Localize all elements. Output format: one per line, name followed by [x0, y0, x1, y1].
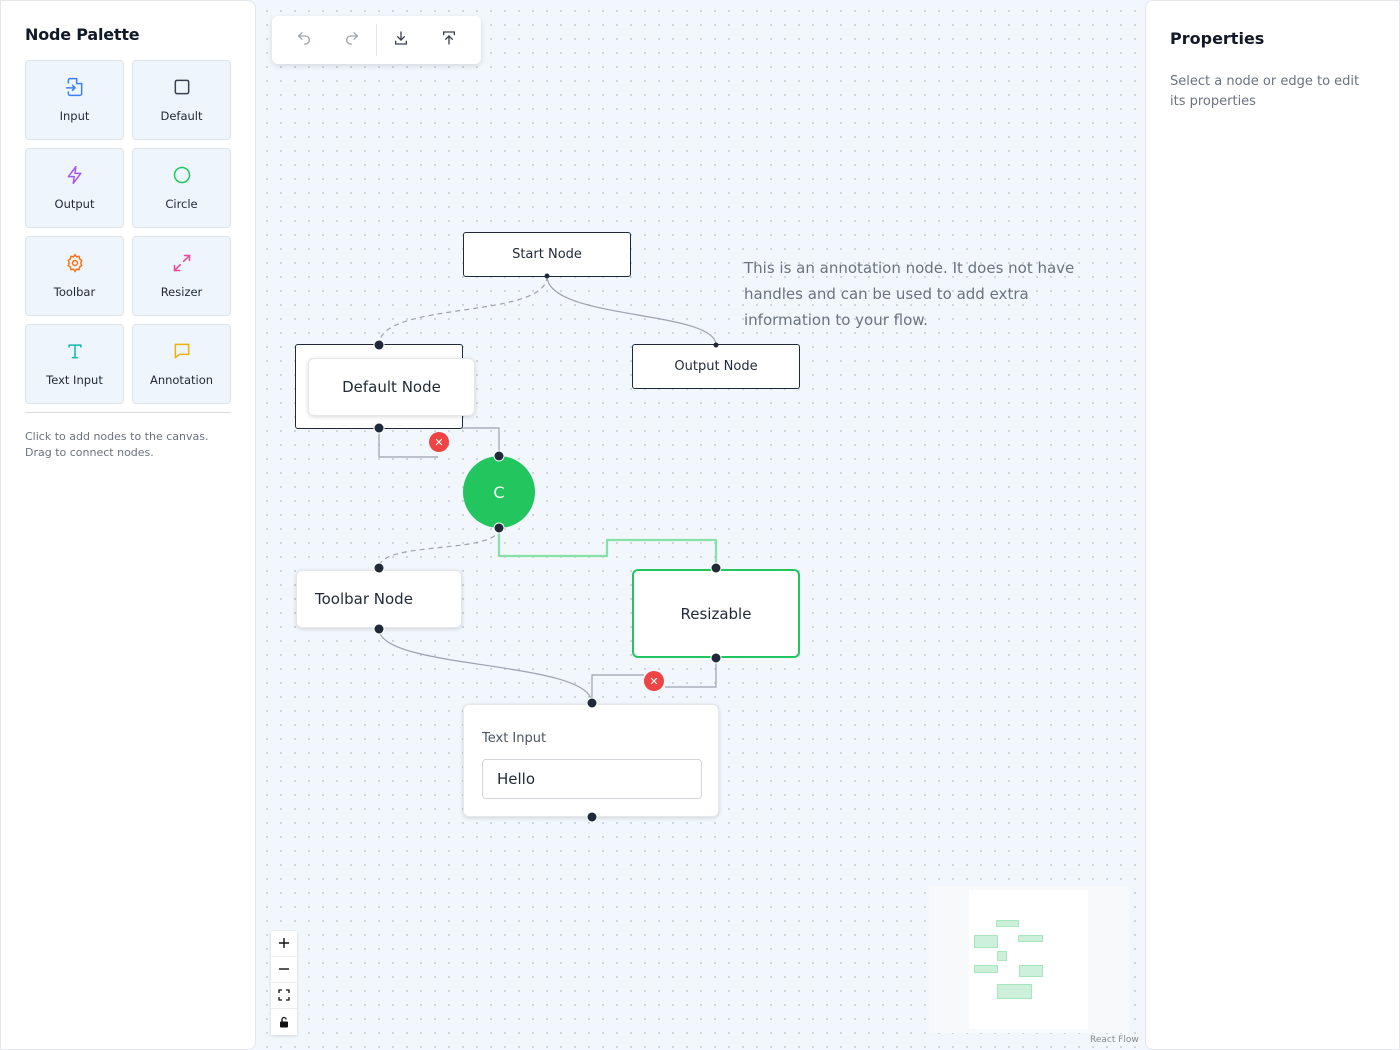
text-input-label: Text Input	[482, 731, 547, 746]
palette-item-circle[interactable]: Circle	[132, 148, 231, 228]
node-output-target-handle[interactable]	[713, 342, 719, 348]
node-label: Toolbar Node	[315, 590, 413, 608]
minus-icon	[278, 960, 290, 979]
palette-item-label: Toolbar	[53, 285, 96, 299]
resize-icon	[172, 253, 192, 277]
palette-item-text-input[interactable]: Text Input	[25, 324, 124, 404]
palette-item-resizer[interactable]: Resizer	[132, 236, 231, 316]
edge-resizable-textinput-b	[591, 674, 644, 703]
edge-start-output	[546, 275, 717, 346]
palette-item-label: Input	[59, 109, 90, 123]
download-button[interactable]	[377, 16, 425, 64]
palette-item-default[interactable]: Default	[132, 60, 231, 140]
canvas-toolbar	[272, 16, 481, 64]
edge-delete-button[interactable]: ✕	[644, 671, 664, 691]
node-default-target-handle[interactable]	[373, 339, 385, 351]
node-circle-source-handle[interactable]	[493, 522, 505, 534]
node-label: Resizable	[680, 604, 752, 623]
node-label: Start Node	[512, 247, 582, 262]
edge-start-default	[378, 275, 548, 346]
redo-button[interactable]	[328, 16, 376, 64]
minimap-node	[997, 984, 1032, 999]
properties-empty-text: Select a node or edge to edit its proper…	[1170, 74, 1360, 109]
palette-grid: Input Default Output Circle Toolbar Resi…	[25, 60, 231, 404]
upload-button[interactable]	[425, 16, 473, 64]
edge-delete-button[interactable]: ✕	[429, 432, 449, 452]
node-palette: Node Palette Input Default Output Circle	[0, 0, 256, 1050]
lock-icon	[278, 1013, 290, 1032]
node-toolbar[interactable]: Toolbar Node	[296, 570, 462, 628]
message-icon	[172, 341, 192, 365]
node-label: C	[493, 482, 505, 502]
palette-item-label: Text Input	[46, 373, 103, 387]
download-icon	[393, 30, 409, 50]
edge-toolbar-textinput	[378, 628, 593, 704]
node-toolbar-target-handle[interactable]	[373, 562, 385, 574]
palette-item-label: Output	[54, 197, 95, 211]
properties-panel: Properties Select a node or edge to edit…	[1145, 0, 1400, 1050]
palette-help-text: Click to add nodes to the canvas. Drag t…	[25, 430, 209, 459]
zoom-in-button[interactable]	[271, 931, 297, 957]
palette-divider	[25, 412, 231, 413]
palette-item-label: Circle	[165, 197, 198, 211]
minimap-node	[974, 935, 998, 948]
palette-item-label: Default	[160, 109, 203, 123]
node-resizable-target-handle[interactable]	[710, 562, 722, 574]
lock-button[interactable]	[271, 1009, 297, 1035]
attribution-link[interactable]: React Flow	[1090, 1035, 1139, 1045]
node-text-input[interactable]: Text Input Hello	[463, 704, 719, 817]
node-circle-target-handle[interactable]	[493, 450, 505, 462]
fit-view-button[interactable]	[271, 983, 297, 1009]
minimap-node	[974, 965, 998, 973]
undo-icon	[296, 30, 312, 50]
node-output[interactable]: Output Node	[632, 344, 800, 389]
flow-canvas[interactable]: Start Node Output Node Default Node C To…	[256, 0, 1145, 1050]
gear-icon	[65, 253, 85, 277]
zap-icon	[65, 165, 85, 189]
redo-icon	[344, 30, 360, 50]
node-text-input-source-handle[interactable]	[586, 811, 598, 823]
node-circle[interactable]: C	[463, 456, 535, 528]
text-input-field[interactable]: Hello	[482, 759, 702, 799]
type-icon	[65, 341, 85, 365]
undo-button[interactable]	[280, 16, 328, 64]
properties-title: Properties	[1170, 29, 1265, 48]
edge-default-circle-top	[461, 427, 500, 456]
palette-item-toolbar[interactable]: Toolbar	[25, 236, 124, 316]
node-resizable-source-handle[interactable]	[710, 652, 722, 664]
minimap[interactable]	[929, 886, 1129, 1033]
node-default-source-handle[interactable]	[373, 422, 385, 434]
node-start-source-handle[interactable]	[544, 273, 550, 279]
node-label: Default Node	[342, 378, 441, 396]
fit-view-icon	[278, 986, 290, 1005]
minimap-node	[1019, 965, 1043, 977]
zoom-controls	[271, 931, 297, 1035]
edge-circle-toolbar	[378, 527, 500, 569]
minimap-node	[996, 920, 1019, 927]
edge-resizable-textinput	[665, 658, 717, 688]
zoom-out-button[interactable]	[271, 957, 297, 983]
node-resizable[interactable]: Resizable	[632, 569, 800, 658]
palette-title: Node Palette	[25, 25, 140, 44]
upload-icon	[441, 30, 457, 50]
minimap-node	[997, 951, 1007, 961]
edge-circle-resizable	[497, 528, 718, 568]
node-text-input-target-handle[interactable]	[586, 697, 598, 709]
palette-item-input[interactable]: Input	[25, 60, 124, 140]
node-start[interactable]: Start Node	[463, 232, 631, 277]
plus-icon	[278, 934, 290, 953]
palette-item-output[interactable]: Output	[25, 148, 124, 228]
node-toolbar-source-handle[interactable]	[373, 623, 385, 635]
circle-icon	[172, 165, 192, 189]
square-icon	[172, 77, 192, 101]
palette-item-label: Resizer	[160, 285, 203, 299]
minimap-node	[1018, 935, 1043, 942]
node-default[interactable]: Default Node	[308, 358, 475, 416]
minimap-viewport	[969, 890, 1088, 1029]
node-annotation[interactable]: This is an annotation node. It does not …	[744, 255, 1084, 333]
palette-item-label: Annotation	[149, 373, 214, 387]
node-label: Output Node	[674, 359, 758, 374]
input-icon	[65, 77, 85, 101]
palette-item-annotation[interactable]: Annotation	[132, 324, 231, 404]
